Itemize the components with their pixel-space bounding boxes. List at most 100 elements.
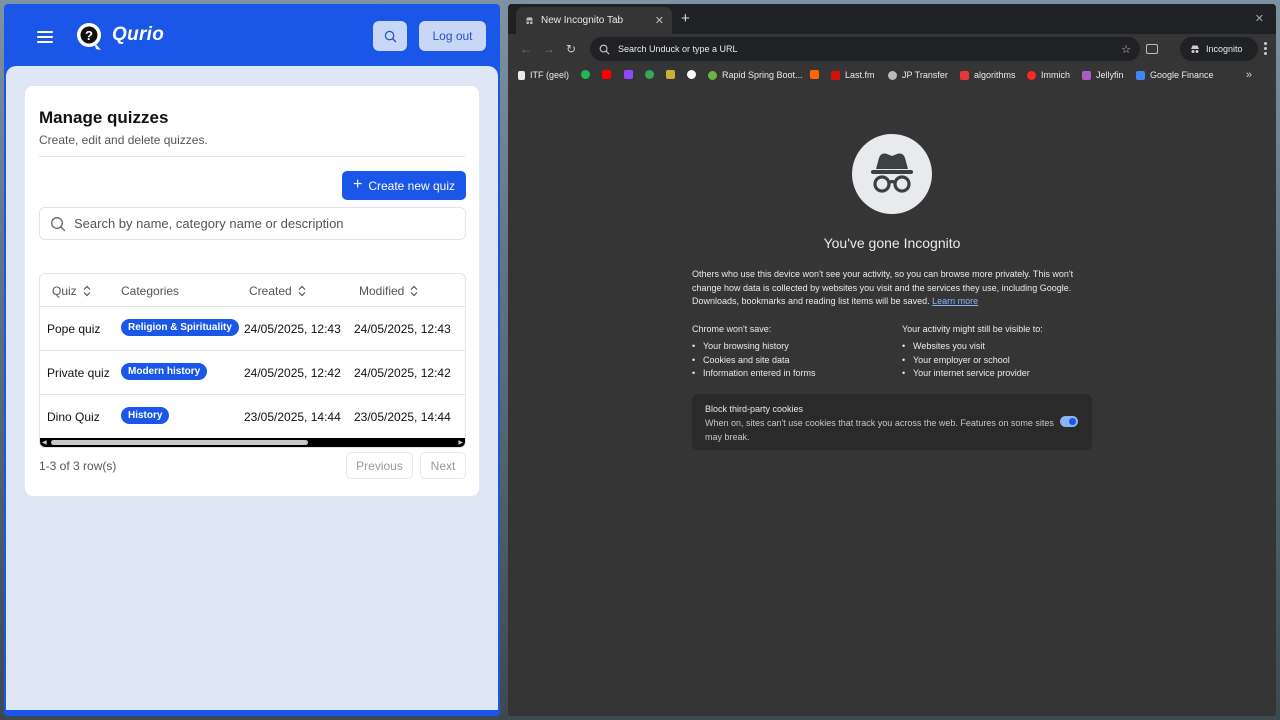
spring-icon: [708, 70, 717, 80]
bookmark-label: JP Transfer: [902, 70, 948, 80]
globe-icon: [888, 70, 897, 80]
quiz-name-cell: Dino Quiz: [47, 410, 100, 424]
bookmark-ycombinator[interactable]: [810, 70, 819, 79]
bookmark-lastfm[interactable]: Last.fm: [831, 70, 875, 80]
created-cell: 23/05/2025, 14:44: [244, 410, 341, 424]
bookmark-label: Jellyfin: [1096, 70, 1124, 80]
sort-icon: [298, 285, 306, 297]
previous-page-button[interactable]: Previous: [346, 452, 413, 479]
category-badge: Modern history: [121, 363, 208, 380]
twitch-icon: [624, 70, 633, 79]
incognito-icon: [1191, 45, 1199, 53]
cookie-title: Block third-party cookies: [705, 404, 804, 414]
chrome-menu-icon[interactable]: [1264, 42, 1267, 57]
ycombinator-icon: [810, 70, 819, 79]
table-row[interactable]: Dino Quiz History 23/05/2025, 14:44 23/0…: [40, 395, 465, 439]
scrollbar-thumb[interactable]: [51, 440, 308, 445]
jellyfin-icon: [1082, 70, 1091, 80]
next-page-button[interactable]: Next: [420, 452, 466, 479]
bookmarks-bar: ITF (geel) Rapid Spring Boot... Last.fm …: [508, 64, 1276, 88]
bookmark-google-finance[interactable]: Google Finance: [1136, 70, 1214, 80]
bookmark-star-icon[interactable]: ☆: [1121, 43, 1131, 56]
column-header-created[interactable]: Created: [249, 284, 306, 298]
chrome-incognito-window: New Incognito Tab ✕ + ✕ ← → ↻ Search Und…: [508, 4, 1276, 716]
category-badge: Religion & Spirituality: [121, 319, 239, 336]
quiz-name-cell: Pope quiz: [47, 322, 101, 336]
incognito-profile-button[interactable]: Incognito: [1180, 37, 1258, 61]
bookmark-spotify[interactable]: [581, 70, 590, 79]
bookmark-label: algorithms: [974, 70, 1016, 80]
scroll-right-icon[interactable]: ▶: [458, 439, 463, 446]
bookmark-maps[interactable]: [645, 70, 654, 79]
scroll-left-icon[interactable]: ◀: [42, 439, 47, 446]
bookmark-github[interactable]: [687, 70, 696, 79]
sort-icon: [410, 285, 418, 297]
column-label: Categories: [121, 284, 180, 298]
side-panel-icon[interactable]: [1146, 44, 1158, 54]
bookmark-youtube[interactable]: [602, 70, 611, 79]
svg-text:?: ?: [85, 28, 93, 43]
logout-button[interactable]: Log out: [419, 21, 486, 51]
modified-cell: 24/05/2025, 12:43: [354, 322, 451, 336]
bookmark-label: Rapid Spring Boot...: [722, 70, 803, 80]
list-item: Cookies and site data: [692, 355, 816, 369]
still-visible-heading: Your activity might still be visible to:: [902, 324, 1043, 334]
create-quiz-button[interactable]: + Create new quiz: [342, 171, 466, 200]
list-item: Your browsing history: [692, 341, 816, 355]
list-item: Information entered in forms: [692, 368, 816, 382]
app-header: ? Qurio Log out: [4, 4, 500, 66]
tab-strip: New Incognito Tab ✕ + ✕: [508, 4, 1276, 34]
incognito-hero-icon: [852, 134, 932, 214]
plus-icon: +: [352, 175, 363, 193]
new-tab-icon[interactable]: +: [681, 10, 690, 27]
bookmark-label: Last.fm: [845, 70, 875, 80]
immich-icon: [1027, 70, 1036, 80]
back-icon[interactable]: ←: [520, 42, 532, 56]
description-text: Others who use this device won't see you…: [692, 269, 1074, 306]
bookmark-gold[interactable]: [666, 70, 675, 79]
more-bookmarks-icon[interactable]: »: [1246, 69, 1252, 81]
bookmark-twitch[interactable]: [624, 70, 633, 79]
list-item: Your internet service provider: [902, 368, 1030, 382]
bookmark-immich[interactable]: Immich: [1027, 70, 1070, 80]
bookmark-label: Immich: [1041, 70, 1070, 80]
bookmark-label: ITF (geel): [530, 70, 570, 80]
omnibox-placeholder: Search Unduck or type a URL: [618, 44, 738, 54]
bookmark-jellyfin[interactable]: Jellyfin: [1082, 70, 1124, 80]
bookmark-algorithms[interactable]: algorithms: [960, 70, 1016, 80]
table-header: Quiz Categories Created Modified: [40, 274, 465, 307]
created-cell: 24/05/2025, 12:43: [244, 322, 341, 336]
tab-new-incognito[interactable]: New Incognito Tab ✕: [516, 7, 672, 34]
spotify-icon: [581, 70, 590, 79]
learn-more-link[interactable]: Learn more: [932, 296, 978, 306]
modified-cell: 23/05/2025, 14:44: [354, 410, 451, 424]
horizontal-scrollbar[interactable]: ◀ ▶: [40, 438, 465, 447]
window-close-icon[interactable]: ✕: [1255, 12, 1264, 25]
omnibox[interactable]: Search Unduck or type a URL ☆: [590, 37, 1140, 61]
qurio-window: ? Qurio Log out Manage quizzes Create, e…: [4, 4, 500, 716]
column-header-modified[interactable]: Modified: [359, 284, 418, 298]
wont-save-heading: Chrome won't save:: [692, 324, 772, 334]
create-quiz-label: Create new quiz: [368, 178, 456, 193]
block-cookies-toggle[interactable]: [1060, 416, 1078, 427]
divider: [39, 156, 465, 157]
incognito-title: You've gone Incognito: [823, 235, 961, 251]
app-name[interactable]: Qurio: [112, 24, 164, 46]
search-icon: [599, 44, 610, 54]
header-search-button[interactable]: [373, 21, 407, 51]
forward-icon[interactable]: →: [543, 42, 555, 56]
search-icon: [384, 30, 396, 42]
table-row[interactable]: Pope quiz Religion & Spirituality 24/05/…: [40, 307, 465, 351]
tab-close-icon[interactable]: ✕: [655, 14, 664, 27]
table-row[interactable]: Private quiz Modern history 24/05/2025, …: [40, 351, 465, 395]
bookmark-jp-transfer[interactable]: JP Transfer: [888, 70, 948, 80]
quiz-search-input[interactable]: Search by name, category name or descrip…: [39, 207, 466, 240]
menu-icon[interactable]: [37, 31, 53, 43]
column-header-quiz[interactable]: Quiz: [52, 284, 91, 298]
bookmark-spring-boot[interactable]: Rapid Spring Boot...: [708, 70, 803, 80]
bookmark-itf[interactable]: ITF (geel): [518, 70, 569, 80]
column-header-categories: Categories: [121, 284, 179, 298]
reload-icon[interactable]: ↻: [566, 42, 576, 56]
quiz-name-cell: Private quiz: [47, 366, 110, 380]
google-finance-icon: [1136, 70, 1145, 80]
